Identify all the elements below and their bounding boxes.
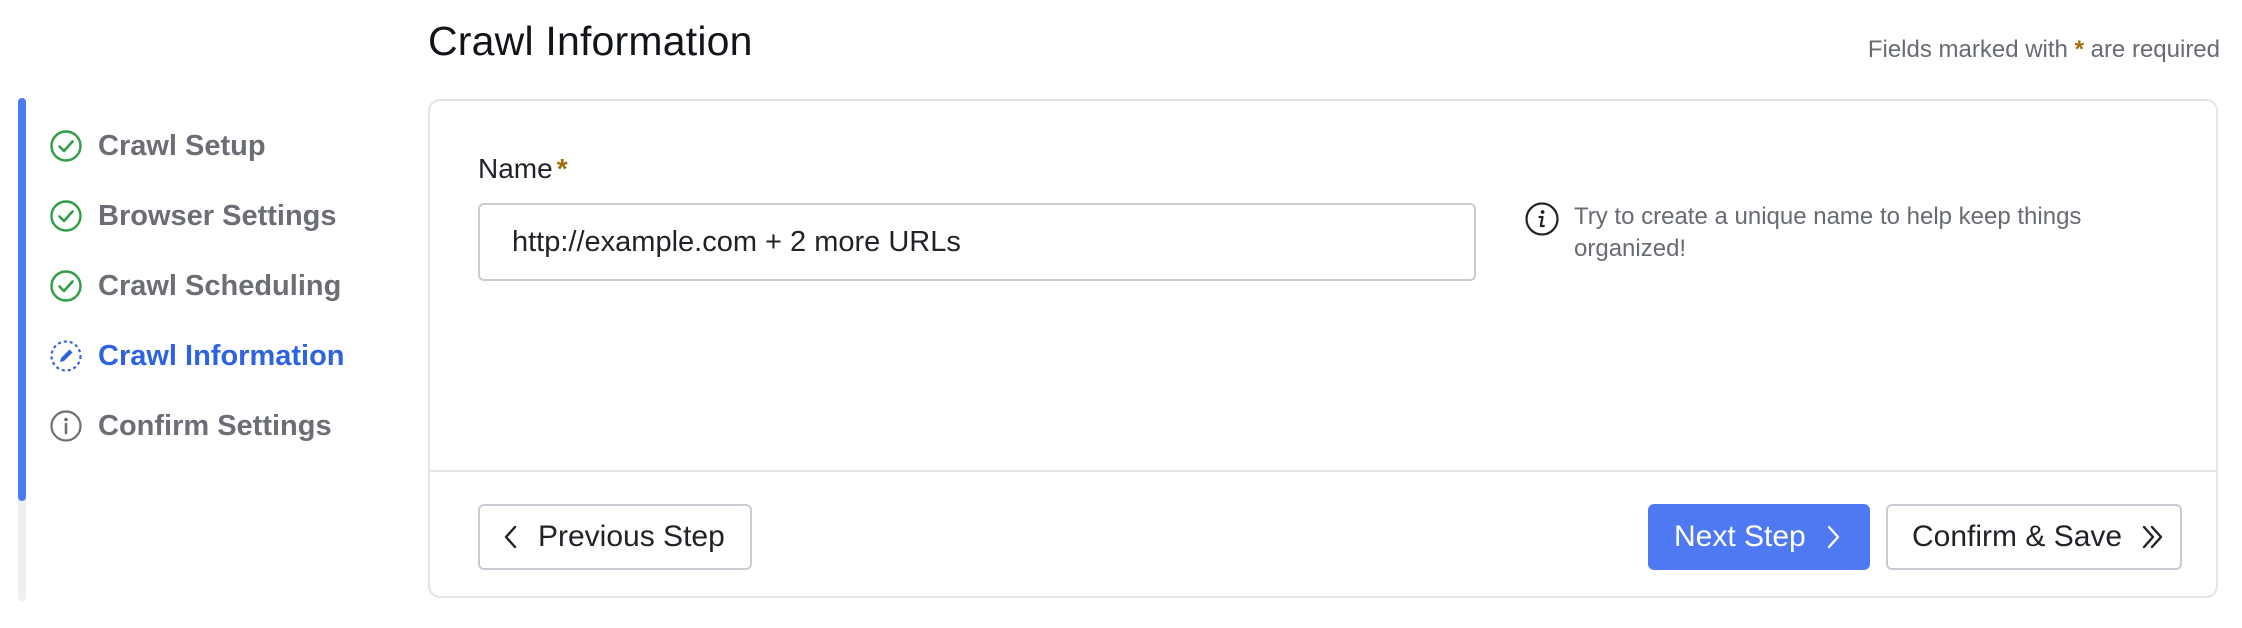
next-step-label: Next Step — [1674, 520, 1806, 553]
sidebar-step-label: Crawl Setup — [98, 129, 266, 162]
name-input[interactable] — [478, 203, 1476, 281]
hint-text: Try to create a unique name to help keep… — [1574, 203, 2082, 262]
confirm-and-save-button[interactable]: Confirm & Save — [1886, 504, 2182, 570]
required-asterisk: * — [556, 153, 568, 184]
name-hint: Try to create a unique name to help keep… — [1524, 201, 2164, 265]
next-step-button[interactable]: Next Step — [1648, 504, 1870, 570]
sidebar-step-label: Browser Settings — [98, 199, 337, 232]
sidebar-step-label: Confirm Settings — [98, 409, 332, 442]
check-circle-icon — [48, 198, 84, 234]
crawl-information-card: Name* Try to create a unique name to hel… — [428, 99, 2218, 598]
chevron-right-icon — [1824, 524, 1842, 550]
step-progress-bar — [18, 98, 26, 501]
required-note-suffix: are required — [2083, 36, 2220, 63]
sidebar-step-label: Crawl Scheduling — [98, 269, 342, 302]
sidebar-step-label: Crawl Information — [98, 339, 345, 372]
previous-step-button[interactable]: Previous Step — [478, 504, 752, 570]
info-circle-icon — [1524, 201, 1560, 237]
page-title: Crawl Information — [428, 18, 753, 64]
check-circle-icon — [48, 268, 84, 304]
confirm-and-save-label: Confirm & Save — [1912, 520, 2123, 553]
chevron-left-icon — [502, 524, 520, 550]
check-circle-icon — [48, 128, 84, 164]
card-divider — [430, 470, 2216, 472]
info-circle-icon — [48, 408, 84, 444]
sidebar-step-crawl-setup[interactable]: Crawl Setup — [48, 118, 266, 174]
name-field-label: Name * — [478, 153, 568, 185]
name-label-text: Name — [478, 153, 553, 184]
sidebar-step-crawl-scheduling[interactable]: Crawl Scheduling — [48, 258, 341, 314]
sidebar-step-crawl-information[interactable]: Crawl Information — [48, 328, 345, 384]
sidebar-step-confirm-settings[interactable]: Confirm Settings — [48, 398, 332, 454]
pencil-circle-icon — [48, 338, 84, 374]
sidebar-step-browser-settings[interactable]: Browser Settings — [48, 188, 337, 244]
step-sidebar: Crawl Setup Browser Settings Crawl Sched… — [18, 98, 398, 601]
required-fields-note: Fields marked with * are required — [1868, 36, 2220, 64]
previous-step-label: Previous Step — [538, 520, 725, 553]
double-chevron-right-icon — [2140, 524, 2166, 550]
required-asterisk: * — [2074, 36, 2084, 63]
required-note-prefix: Fields marked with — [1867, 36, 2075, 63]
